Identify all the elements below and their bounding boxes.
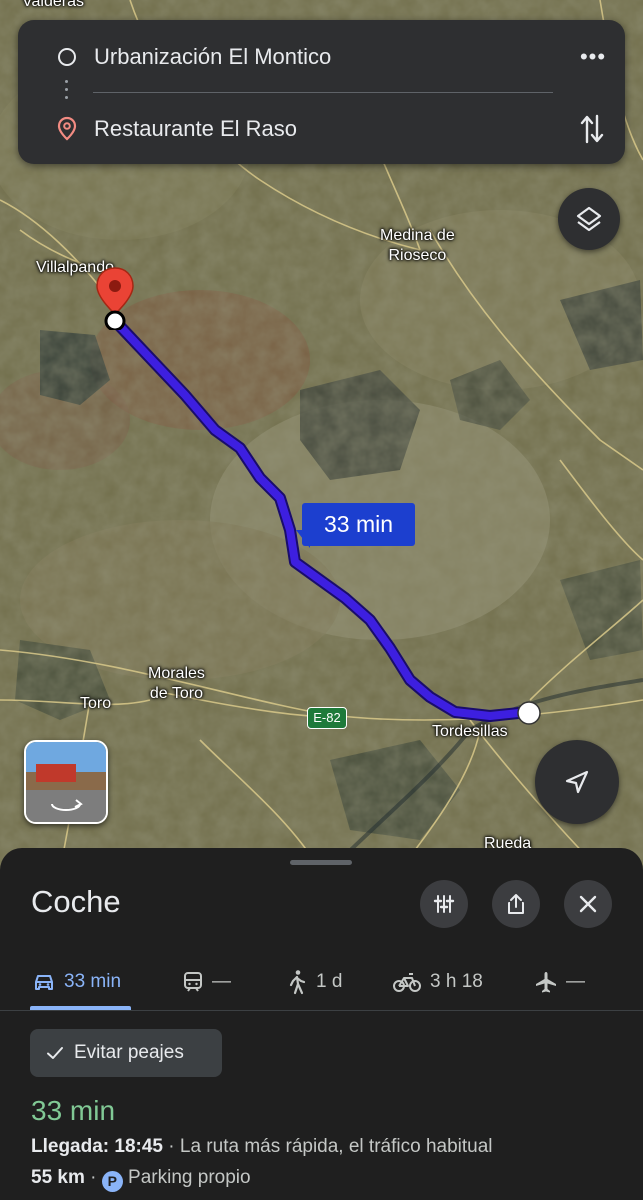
destination-pin-outline-icon xyxy=(57,116,77,141)
route-dots-icon xyxy=(65,80,69,106)
travel-mode-tabs: 33 min — 1 d 3 h 18 — xyxy=(0,954,643,1010)
avoid-tolls-label: Evitar peajes xyxy=(74,1042,184,1063)
street-view-thumbnail[interactable] xyxy=(24,740,108,824)
drag-handle[interactable] xyxy=(290,860,352,865)
map-view[interactable]: Valderas Medina de Rioseco Villalpando M… xyxy=(0,0,643,870)
route-arrival-line: Llegada: 18:45 · La ruta más rápida, el … xyxy=(31,1135,493,1159)
share-button[interactable] xyxy=(492,880,540,928)
tab-car-label: 33 min xyxy=(64,971,122,992)
bike-icon xyxy=(393,973,421,992)
separator: · xyxy=(163,1136,180,1157)
destination-field[interactable]: Restaurante El Raso xyxy=(94,116,297,142)
tab-walk-label: 1 d xyxy=(316,971,343,992)
route-distance: 55 km xyxy=(31,1167,85,1188)
street-view-image xyxy=(26,742,106,822)
route-card-divider xyxy=(93,92,553,93)
swap-directions-icon[interactable] xyxy=(579,112,605,146)
tab-transit-label: — xyxy=(212,971,231,992)
tab-flight[interactable]: — xyxy=(534,954,585,1010)
layers-icon xyxy=(576,206,602,232)
origin-dot-icon[interactable] xyxy=(515,699,543,727)
place-label-morales-line1: Morales xyxy=(148,665,205,682)
walk-icon xyxy=(289,970,306,995)
separator: · xyxy=(84,1167,102,1188)
tab-car[interactable]: 33 min xyxy=(32,954,121,1010)
destination-pin-icon[interactable] xyxy=(94,266,136,330)
route-note: La ruta más rápida, el tráfico habitual xyxy=(179,1136,493,1157)
parking-label: Parking propio xyxy=(128,1167,251,1188)
transit-icon xyxy=(184,972,202,992)
place-label-medina-line2: Rioseco xyxy=(388,247,447,264)
tab-bike[interactable]: 3 h 18 xyxy=(392,954,483,1010)
more-options-button[interactable]: ••• xyxy=(571,42,615,72)
navigation-arrow-icon xyxy=(565,770,589,794)
sliders-icon xyxy=(433,895,455,913)
tabs-divider xyxy=(0,1010,643,1011)
origin-circle-icon xyxy=(58,48,76,66)
route-distance-line: 55 km · P Parking propio xyxy=(31,1166,251,1192)
road-shield-e82: E-82 xyxy=(307,707,347,729)
tab-bike-label: 3 h 18 xyxy=(430,971,483,992)
car-icon xyxy=(35,975,53,990)
place-label-tordesillas: Tordesillas xyxy=(432,723,508,740)
route-card: Urbanización El Montico Restaurante El R… xyxy=(18,20,625,164)
origin-field[interactable]: Urbanización El Montico xyxy=(94,44,331,70)
check-icon xyxy=(47,1047,63,1059)
layers-button[interactable] xyxy=(558,188,620,250)
avoid-tolls-chip[interactable]: Evitar peajes xyxy=(30,1029,222,1077)
arrival-time: Llegada: 18:45 xyxy=(31,1136,163,1157)
close-icon xyxy=(579,895,597,913)
sheet-title: Coche xyxy=(31,884,121,919)
directions-sheet: Coche 33 min — 1 d 3 h 18 — Evitar peaje… xyxy=(0,848,643,1200)
place-label-valderas: Valderas xyxy=(22,0,84,10)
place-label-medina-de-rioseco: Medina de Rioseco xyxy=(380,226,455,266)
share-icon xyxy=(508,894,524,914)
route-duration[interactable]: 33 min xyxy=(31,1094,115,1128)
tab-flight-label: — xyxy=(566,971,585,992)
place-label-medina-line1: Medina de xyxy=(380,227,455,244)
place-label-morales-line2: de Toro xyxy=(149,685,203,702)
route-time-bubble[interactable]: 33 min xyxy=(302,503,415,546)
close-button[interactable] xyxy=(564,880,612,928)
my-location-button[interactable] xyxy=(535,740,619,824)
flight-icon xyxy=(536,972,556,993)
tab-walk[interactable]: 1 d xyxy=(286,954,342,1010)
place-label-toro: Toro xyxy=(80,695,112,712)
parking-icon: P xyxy=(101,1171,123,1192)
place-label-morales-de-toro: Morales de Toro xyxy=(148,664,205,704)
tab-transit[interactable]: — xyxy=(182,954,231,1010)
route-options-button[interactable] xyxy=(420,880,468,928)
